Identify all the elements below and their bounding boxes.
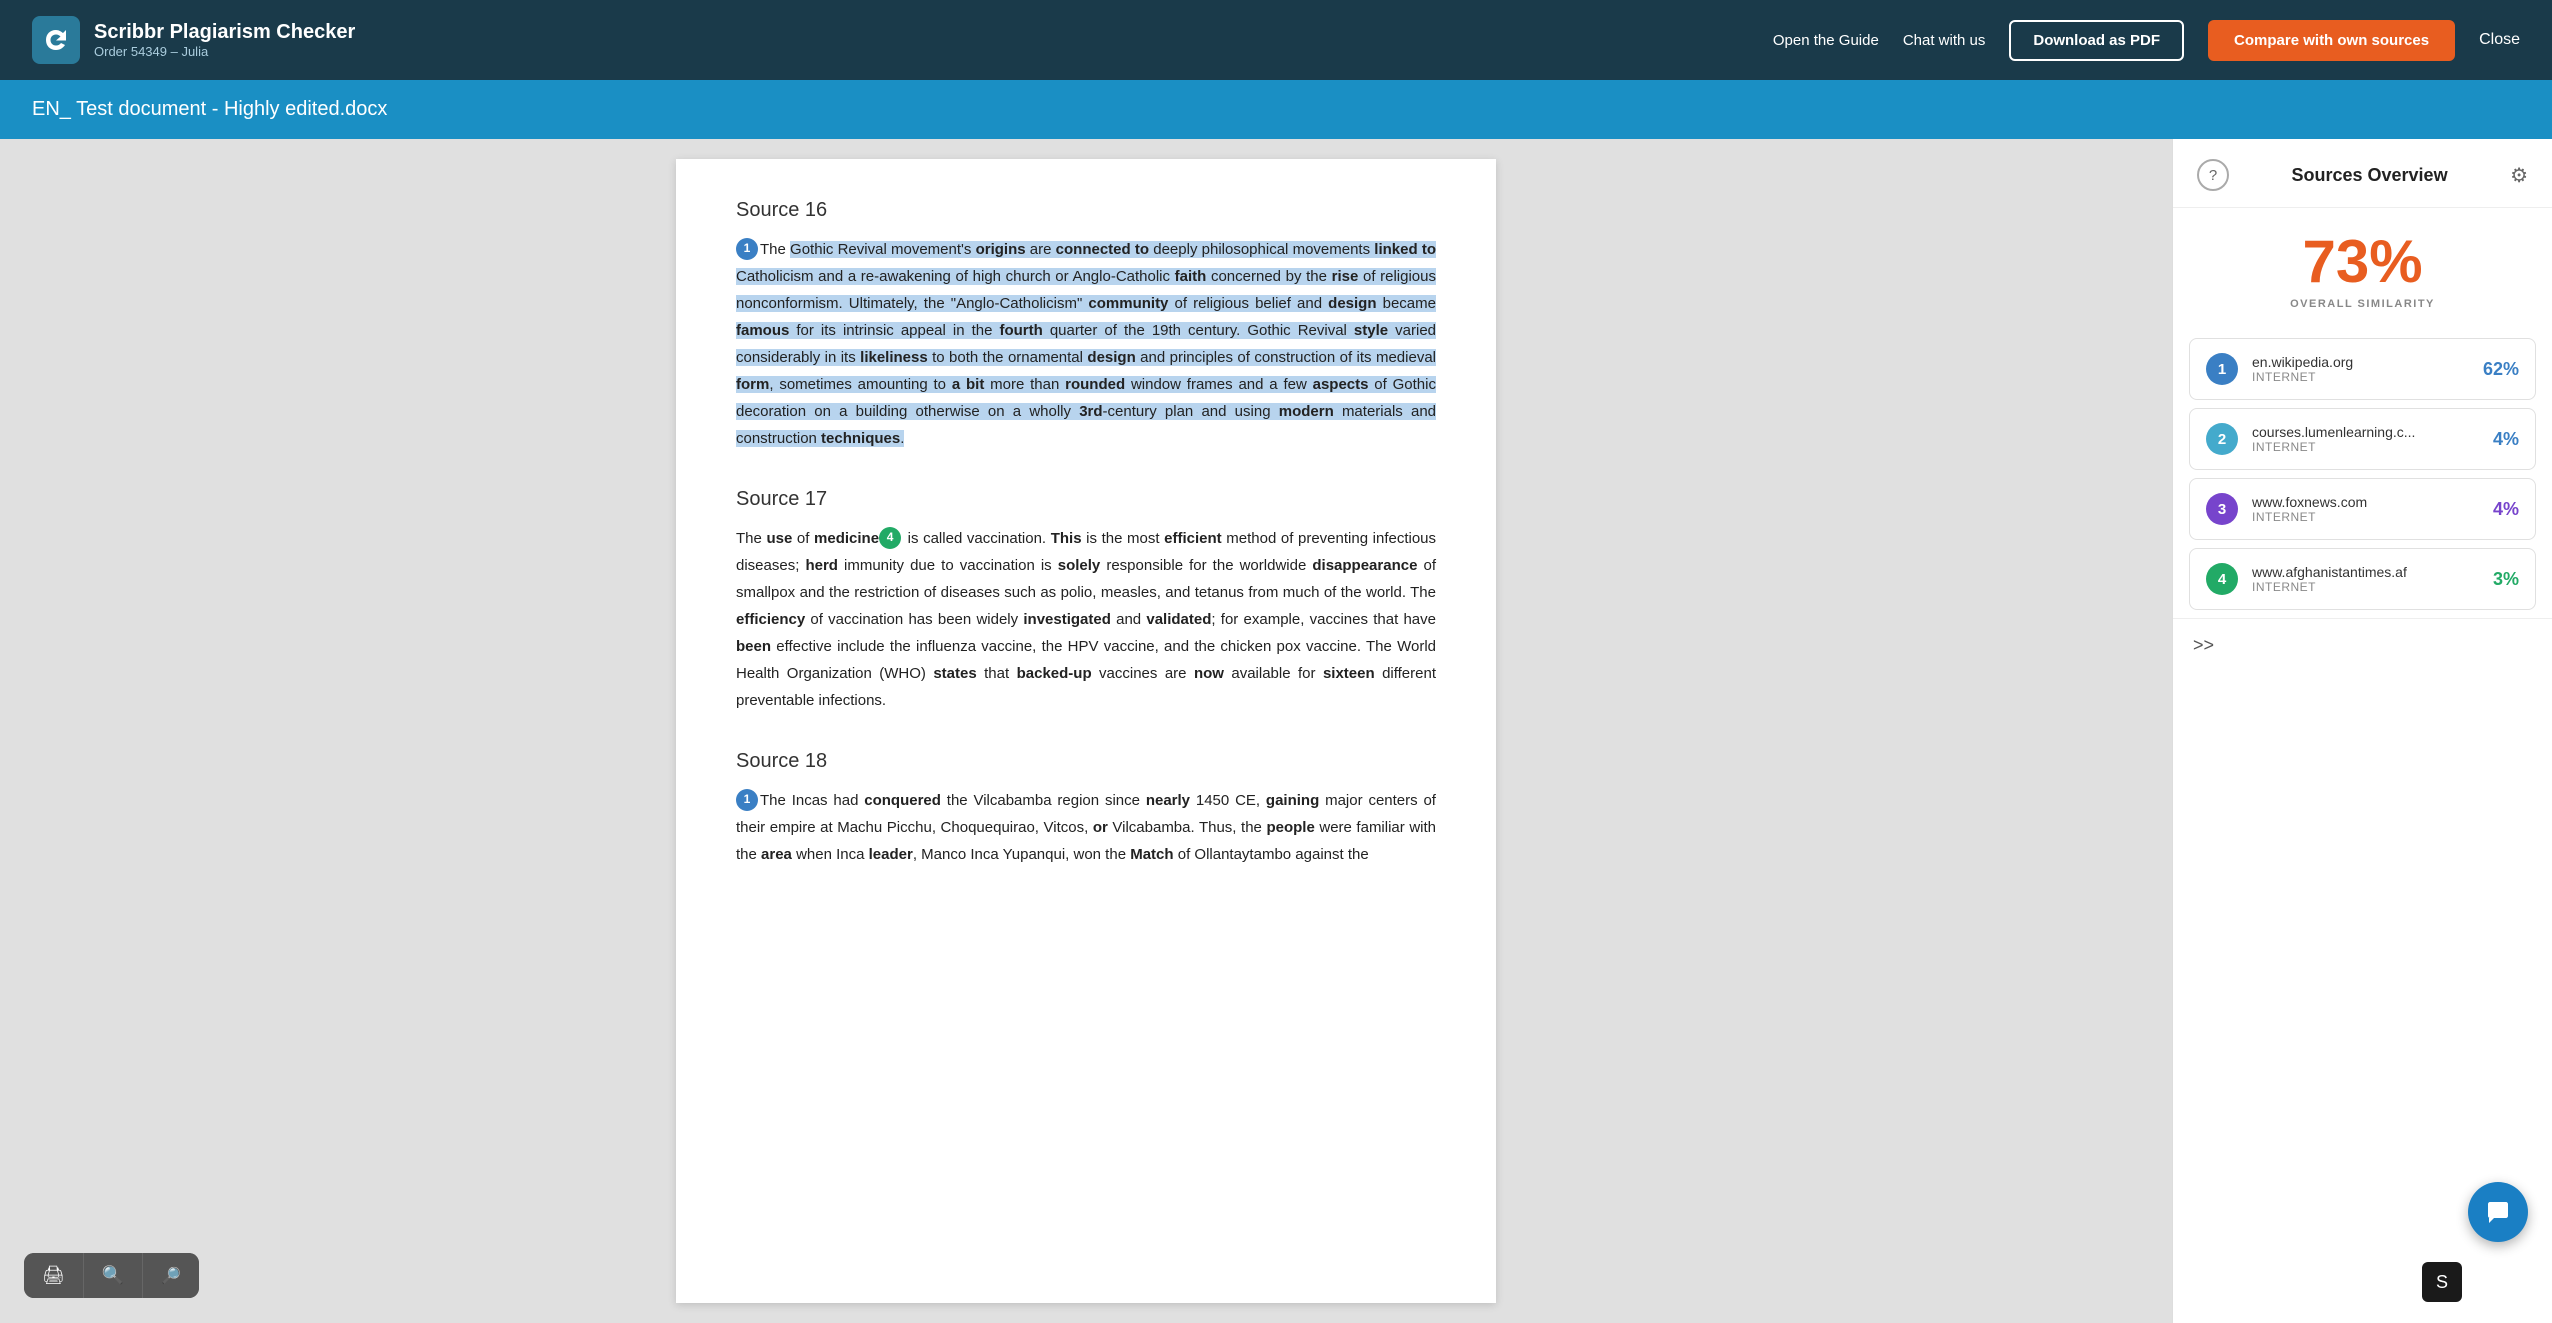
similarity-percentage: 73% [2193,232,2532,292]
zoom-out-button[interactable]: 🔍 [84,1253,143,1298]
source-info-3: www.foxnews.com INTERNET [2252,494,2479,524]
source-pct-4: 3% [2493,569,2519,590]
badge-1-source16: 1 [736,238,758,260]
sidebar: ? Sources Overview ⚙ 73% OVERALL SIMILAR… [2172,139,2552,1323]
sidebar-footer: >> [2173,618,2552,672]
source-badge-4: 4 [2206,563,2238,595]
source-type-3: INTERNET [2252,510,2479,524]
source-item-3[interactable]: 3 www.foxnews.com INTERNET 4% [2189,478,2536,540]
help-icon-button[interactable]: ? [2197,159,2229,191]
sidebar-left-icons: ? [2197,159,2229,191]
source-item-2[interactable]: 2 courses.lumenlearning.c... INTERNET 4% [2189,408,2536,470]
symfony-logo: S [2436,1272,2448,1293]
app-title: Scribbr Plagiarism Checker [94,21,355,44]
document-page: Source 16 1The Gothic Revival movement's… [676,159,1496,1303]
source-18-body: 1The Incas had conquered the Vilcabamba … [736,787,1436,868]
source-18-title: Source 18 [736,750,1436,773]
source-17-title: Source 17 [736,488,1436,511]
order-info: Order 54349 – Julia [94,44,355,59]
source-info-4: www.afghanistantimes.af INTERNET [2252,564,2479,594]
source-16-body: 1The Gothic Revival movement's origins a… [736,236,1436,452]
header: Scribbr Plagiarism Checker Order 54349 –… [0,0,2552,80]
source-16-title: Source 16 [736,199,1436,222]
source-pct-1: 62% [2483,359,2519,380]
source-type-1: INTERNET [2252,370,2469,384]
sources-list: 1 en.wikipedia.org INTERNET 62% 2 course… [2173,330,2552,618]
source-url-3: www.foxnews.com [2252,494,2479,510]
sources-overview-title: Sources Overview [2291,165,2447,186]
chat-float-button[interactable] [2468,1182,2528,1242]
source-badge-3: 3 [2206,493,2238,525]
source-type-4: INTERNET [2252,580,2479,594]
source-17-body: The use of medicine4 is called vaccinati… [736,525,1436,714]
source-pct-3: 4% [2493,499,2519,520]
main-layout: Source 16 1The Gothic Revival movement's… [0,139,2552,1323]
source-type-2: INTERNET [2252,440,2479,454]
source-url-2: courses.lumenlearning.c... [2252,424,2479,440]
filename-text: EN_ Test document - Highly edited.docx [32,98,387,120]
source-info-2: courses.lumenlearning.c... INTERNET [2252,424,2479,454]
similarity-label: OVERALL SIMILARITY [2193,298,2532,310]
source-pct-2: 4% [2493,429,2519,450]
source-item-1[interactable]: 1 en.wikipedia.org INTERNET 62% [2189,338,2536,400]
filename-banner: EN_ Test document - Highly edited.docx [0,80,2552,139]
overall-similarity-section: 73% OVERALL SIMILARITY [2173,208,2552,330]
badge-4-source17: 4 [879,527,901,549]
source-info-1: en.wikipedia.org INTERNET [2252,354,2469,384]
sidebar-header: ? Sources Overview ⚙ [2173,139,2552,208]
zoom-in-button[interactable]: 🔎 [143,1253,199,1298]
close-button[interactable]: Close [2479,31,2520,49]
document-area: Source 16 1The Gothic Revival movement's… [0,139,2172,1323]
source-url-4: www.afghanistantimes.af [2252,564,2479,580]
compare-own-sources-button[interactable]: Compare with own sources [2208,20,2455,61]
logo-text: Scribbr Plagiarism Checker Order 54349 –… [94,21,355,59]
source-item-4[interactable]: 4 www.afghanistantimes.af INTERNET 3% [2189,548,2536,610]
logo-area: Scribbr Plagiarism Checker Order 54349 –… [32,16,355,64]
source-url-1: en.wikipedia.org [2252,354,2469,370]
symfony-icon: S [2422,1262,2462,1302]
open-guide-link[interactable]: Open the Guide [1773,32,1879,49]
doc-toolbar: 🖨 🔍 🔎 [24,1253,199,1298]
gear-icon[interactable]: ⚙ [2510,163,2528,188]
hl-gothic: Gothic Revival movement's origins are co… [736,241,1436,447]
badge-1-source18: 1 [736,789,758,811]
print-button[interactable]: 🖨 [24,1253,84,1298]
expand-sidebar-button[interactable]: >> [2193,635,2214,656]
scribbr-logo-icon [32,16,80,64]
source-badge-2: 2 [2206,423,2238,455]
chat-with-us-link[interactable]: Chat with us [1903,32,1986,49]
download-pdf-button[interactable]: Download as PDF [2009,20,2184,61]
source-badge-1: 1 [2206,353,2238,385]
